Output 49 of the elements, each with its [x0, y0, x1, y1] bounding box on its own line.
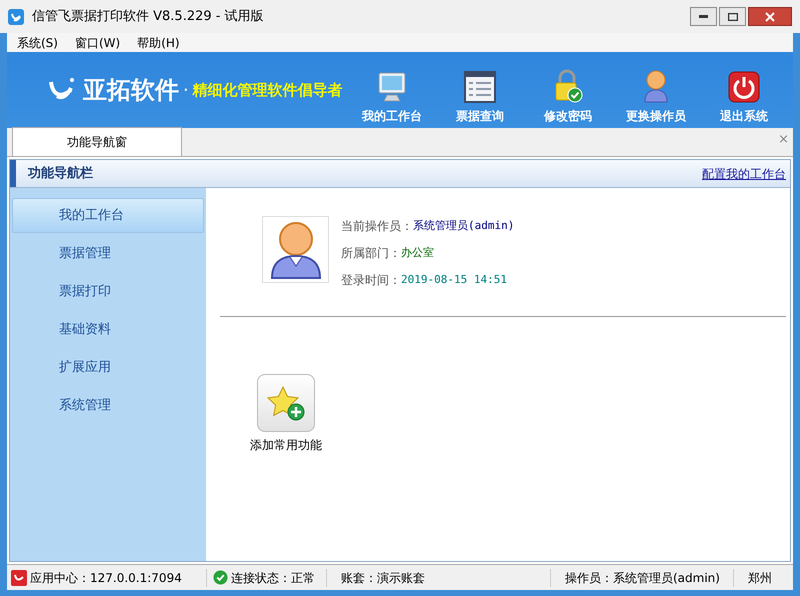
toolbar-button[interactable]: 我的工作台: [353, 71, 431, 125]
server-status: 应用中心：127.0.0.1:7094: [30, 570, 182, 586]
close-tab-button[interactable]: ×: [778, 130, 789, 150]
toolbar-button[interactable]: 退出系统: [705, 71, 783, 125]
sidebar-item[interactable]: 系统管理: [12, 388, 204, 423]
slogan: 精细化管理软件倡导者: [192, 80, 343, 101]
close-icon: [765, 12, 775, 22]
sidebar-item[interactable]: 基础资料: [12, 312, 204, 347]
app-center-icon: [11, 570, 27, 586]
panel-title: 功能导航栏: [28, 164, 93, 183]
toolbar-button[interactable]: 修改密码: [529, 69, 607, 125]
menu-item[interactable]: 帮助(H): [137, 34, 180, 52]
separator-dot: ·: [183, 78, 189, 102]
star-plus-icon: [267, 385, 305, 421]
tab[interactable]: 功能导航窗: [12, 127, 182, 156]
sidebar-item[interactable]: 扩展应用: [12, 350, 204, 385]
close-button[interactable]: [748, 7, 792, 26]
field-value: 2019-08-15 14:51: [401, 272, 507, 288]
toolbar-button[interactable]: 更换操作员: [617, 69, 695, 125]
monitor-icon: [377, 71, 407, 103]
accent-bar: [10, 160, 16, 187]
power-icon: [728, 71, 760, 103]
sidebar-item[interactable]: 我的工作台: [12, 198, 204, 233]
minimize-icon: [699, 15, 708, 18]
padlock-check-icon: [553, 69, 583, 103]
configure-link[interactable]: 配置我的工作台: [702, 164, 786, 182]
field-label: 所属部门：: [341, 245, 401, 262]
field-label: 登录时间：: [341, 272, 401, 289]
field-label: 当前操作员：: [341, 218, 413, 235]
menu-item[interactable]: 系统(S): [17, 34, 58, 52]
sidebar-item[interactable]: 票据打印: [12, 274, 204, 309]
operator-status: 操作员：系统管理员(admin): [551, 568, 734, 586]
toolbar-button[interactable]: 票据查询: [441, 71, 519, 125]
maximize-icon: [728, 12, 738, 20]
account-status: 账套：演示账套: [327, 568, 551, 586]
minimize-button[interactable]: [690, 7, 717, 26]
user-icon: [642, 69, 670, 103]
app-logo-icon: [8, 8, 24, 24]
window-title: 信管飞票据打印软件 V8.5.229 - 试用版: [32, 8, 264, 26]
connection-status: 连接状态：正常: [231, 570, 315, 586]
list-icon: [464, 71, 496, 103]
field-value: 系统管理员(admin): [413, 218, 514, 234]
check-circle-icon: [213, 570, 228, 585]
maximize-button[interactable]: [719, 7, 746, 26]
sidebar-item[interactable]: 票据管理: [12, 236, 204, 271]
field-value: 办公室: [401, 245, 434, 261]
brand-name: 亚拓软件: [83, 75, 179, 106]
menu-item[interactable]: 窗口(W): [74, 34, 120, 52]
extra-status: 郑州: [747, 570, 772, 586]
